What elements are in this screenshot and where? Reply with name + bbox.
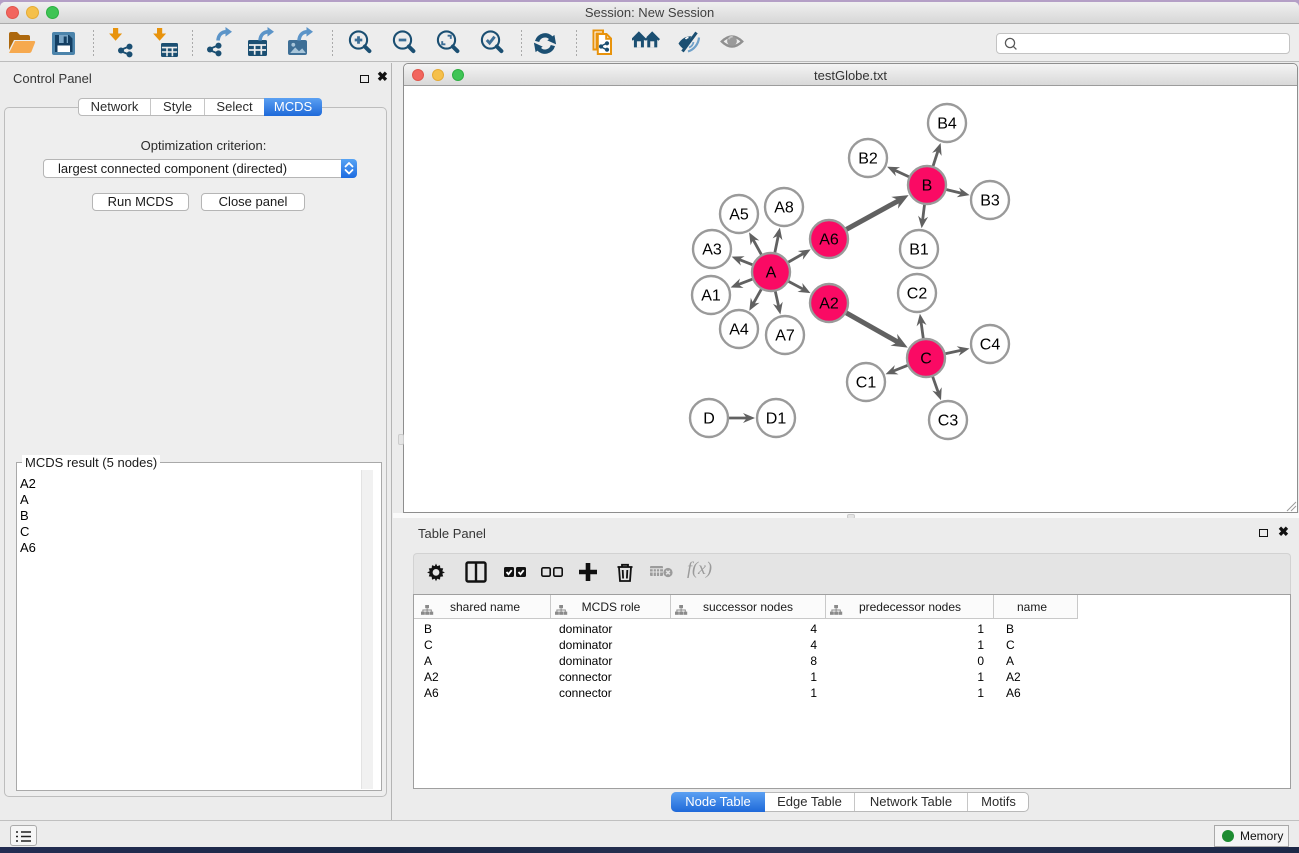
svg-text:A5: A5 — [729, 207, 749, 224]
svg-text:D: D — [703, 411, 715, 428]
svg-text:B3: B3 — [980, 193, 1000, 210]
svg-text:B: B — [922, 178, 933, 195]
svg-text:B4: B4 — [937, 116, 957, 133]
svg-text:C1: C1 — [856, 375, 877, 392]
svg-text:C: C — [920, 351, 932, 368]
svg-text:C4: C4 — [980, 337, 1001, 354]
svg-text:A8: A8 — [774, 200, 794, 217]
svg-text:C2: C2 — [907, 286, 928, 303]
svg-text:A2: A2 — [819, 296, 839, 313]
svg-text:A4: A4 — [729, 322, 749, 339]
svg-text:B1: B1 — [909, 242, 929, 259]
svg-text:C3: C3 — [938, 413, 959, 430]
svg-text:D1: D1 — [766, 411, 787, 428]
svg-text:B2: B2 — [858, 151, 878, 168]
svg-text:A6: A6 — [819, 232, 839, 249]
svg-text:A1: A1 — [701, 288, 721, 305]
svg-text:A3: A3 — [702, 242, 722, 259]
svg-text:A: A — [766, 265, 777, 282]
svg-text:A7: A7 — [775, 328, 795, 345]
